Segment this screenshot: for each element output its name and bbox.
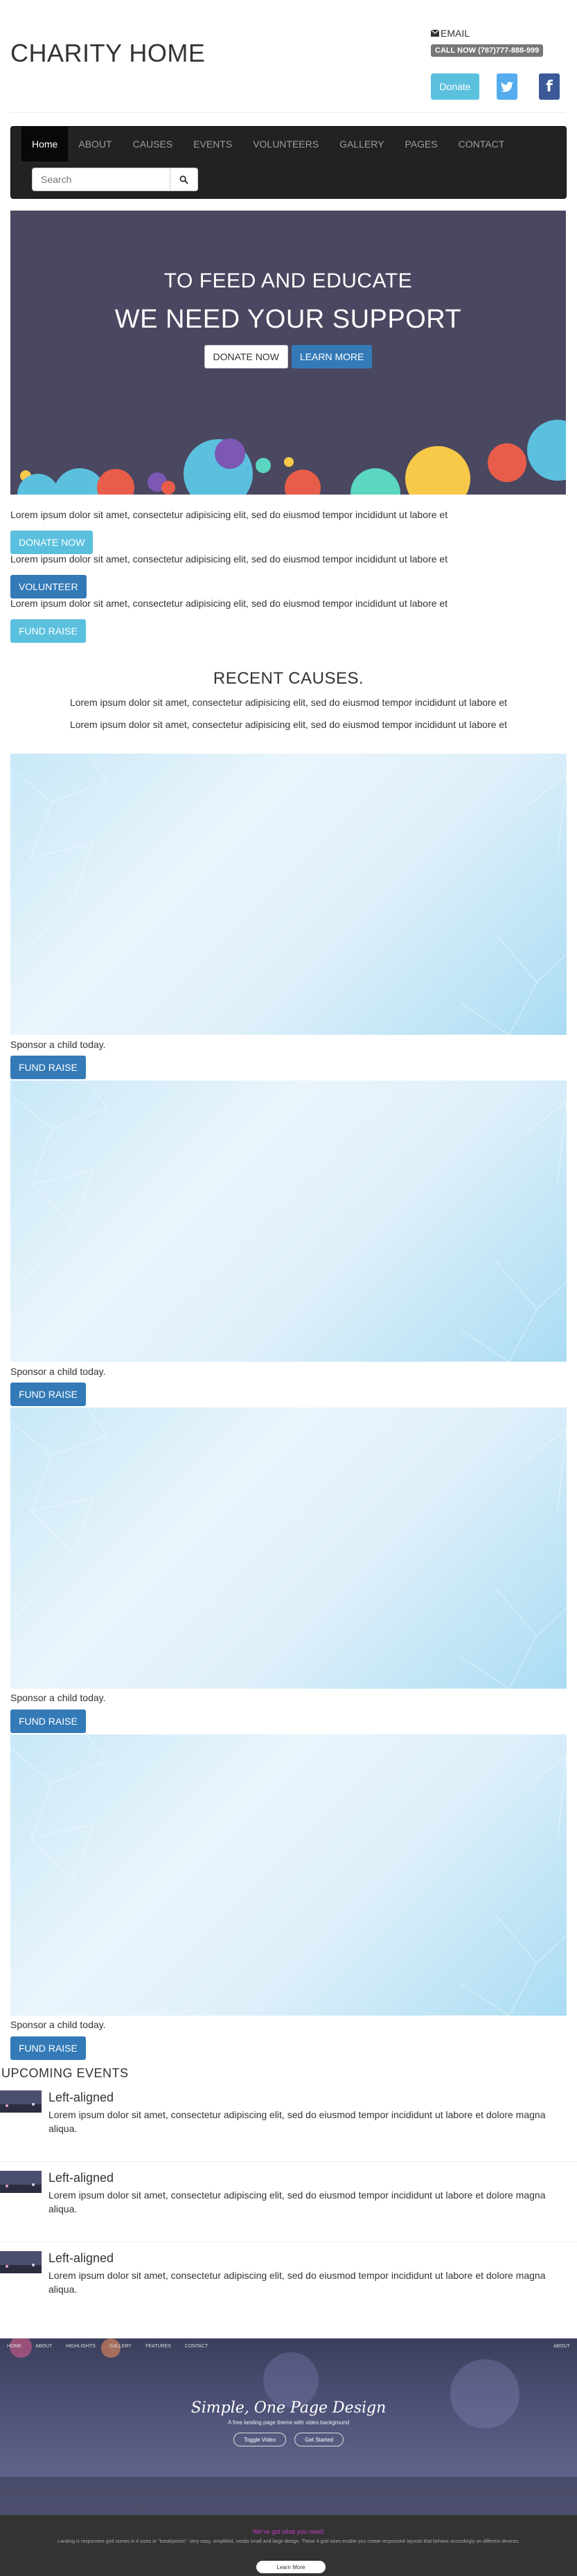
event-heading: Left-aligned (48, 2090, 114, 2104)
nav-item-pages[interactable]: PAGES (394, 127, 447, 161)
event-item: Left-aligned Lorem ipsum dolor sit amet,… (0, 2090, 577, 2153)
site-title: CHARITY HOME (10, 39, 206, 67)
nav-item-contact[interactable]: CONTACT (448, 127, 515, 161)
event-item: Left-aligned Lorem ipsum dolor sit amet,… (0, 2251, 577, 2313)
event-thumbnail (0, 2171, 42, 2193)
get-started-button[interactable]: Get Started (294, 2433, 344, 2446)
showcase-title: Simple, One Page Design (190, 2399, 387, 2417)
nav-item-about[interactable]: ABOUT (68, 127, 122, 161)
showcase-subtitle: A free landing page theme with video bac… (227, 2419, 350, 2426)
header-actions: Donate f (431, 73, 560, 100)
toggle-video-button[interactable]: Toggle Video (233, 2433, 287, 2446)
envelope-icon (431, 30, 439, 37)
intro-text-1: Lorem ipsum dolor sit amet, consectetur … (10, 509, 448, 520)
facebook-icon: f (546, 78, 553, 96)
intro-text-3: Lorem ipsum dolor sit amet, consectetur … (10, 598, 448, 609)
event-heading: Left-aligned (48, 2171, 114, 2185)
cause-image (10, 1081, 567, 1362)
learn-more-button[interactable]: Learn More (256, 2561, 326, 2573)
cause-image-pattern (10, 1081, 567, 1362)
event-body: Lorem ipsum dolor sit amet, consectetur … (48, 2270, 546, 2295)
email-label: EMAIL (441, 28, 470, 39)
footer-showcase: HOME ABOUT HIGHLIGHTS GALLERY FEATURES C… (0, 2338, 577, 2576)
search-form (32, 168, 198, 191)
intro-text-2: Lorem ipsum dolor sit amet, consectetur … (10, 553, 448, 565)
main-navbar: Home ABOUT CAUSES EVENTS VOLUNTEERS GALL… (10, 126, 567, 199)
nav-item-events[interactable]: EVENTS (183, 127, 242, 161)
hero-subtitle: TO FEED AND EDUCATE (163, 269, 413, 292)
showcase-info-text: Landing is responsive grid comes in 4 si… (57, 2539, 520, 2544)
nav-list: Home ABOUT CAUSES EVENTS VOLUNTEERS GALL… (21, 127, 515, 161)
showcase-buttons: Toggle Video Get Started (0, 2433, 577, 2446)
search-input[interactable] (32, 168, 170, 191)
search-button[interactable] (170, 168, 198, 191)
cause-fundraise-button[interactable]: FUND RAISE (10, 2036, 86, 2060)
event-heading: Left-aligned (48, 2251, 114, 2265)
intro-volunteer-button[interactable]: VOLUNTEER (10, 575, 87, 598)
hero-banner: TO FEED AND EDUCATE WE NEED YOUR SUPPORT… (10, 211, 566, 495)
showcase-nav: HOME ABOUT HIGHLIGHTS GALLERY FEATURES C… (7, 2344, 208, 2349)
event-body: Lorem ipsum dolor sit amet, consectetur … (48, 2109, 546, 2134)
hero-buttons: DONATE NOW LEARN MORE (10, 345, 566, 368)
event-divider (0, 2241, 577, 2242)
event-item: Left-aligned Lorem ipsum dolor sit amet,… (0, 2171, 577, 2233)
hero-learn-more-button[interactable]: LEARN MORE (291, 345, 373, 368)
header-divider (10, 112, 565, 113)
nav-item-gallery[interactable]: GALLERY (329, 127, 394, 161)
nav-item-causes[interactable]: CAUSES (123, 127, 184, 161)
cause-caption: Sponsor a child today. (10, 1039, 106, 1050)
intro-donate-button[interactable]: DONATE NOW (10, 531, 94, 554)
event-thumbnail (0, 2090, 42, 2113)
donate-button[interactable]: Donate (431, 73, 479, 100)
intro-fundraise-button[interactable]: FUND RAISE (10, 619, 86, 643)
cause-image-pattern (10, 1734, 567, 2016)
search-icon (179, 175, 188, 184)
nav-item-volunteers[interactable]: VOLUNTEERS (242, 127, 329, 161)
nav-item-home[interactable]: Home (21, 127, 69, 161)
event-divider (0, 2161, 577, 2162)
showcase-nav-item[interactable]: GALLERY (109, 2344, 132, 2349)
causes-text-2: Lorem ipsum dolor sit amet, consectetur … (69, 719, 508, 730)
cause-fundraise-button[interactable]: FUND RAISE (10, 1383, 86, 1406)
cause-caption: Sponsor a child today. (10, 1366, 106, 1377)
call-now-badge: CALL NOW (787)777-888-999 (431, 44, 544, 57)
showcase-bokeh (0, 2338, 577, 2515)
events-title: UPCOMING EVENTS (1, 2066, 129, 2080)
showcase-nav-item[interactable]: FEATURES (145, 2344, 171, 2349)
cause-image (10, 1407, 567, 1689)
event-thumbnail (0, 2251, 42, 2273)
twitter-icon (501, 81, 513, 92)
cause-fundraise-button[interactable]: FUND RAISE (10, 1056, 86, 1079)
event-body: Lorem ipsum dolor sit amet, consectetur … (48, 2189, 546, 2214)
showcase-info: We've got what you need! Landing is resp… (0, 2515, 577, 2576)
twitter-button[interactable] (497, 73, 517, 100)
cause-fundraise-button[interactable]: FUND RAISE (10, 1709, 86, 1733)
contact-block: EMAIL CALL NOW (787)777-888-999 (431, 28, 569, 57)
showcase-nav-item[interactable]: HIGHLIGHTS (66, 2344, 96, 2349)
showcase-nav-item[interactable]: HOME (7, 2344, 21, 2349)
cause-image-pattern (10, 754, 567, 1035)
cause-caption: Sponsor a child today. (10, 1692, 106, 1703)
causes-text-1: Lorem ipsum dolor sit amet, consectetur … (69, 697, 508, 708)
showcase-nav-right[interactable]: ABOUT (553, 2344, 570, 2349)
showcase-hero: HOME ABOUT HIGHLIGHTS GALLERY FEATURES C… (0, 2338, 577, 2515)
cause-caption: Sponsor a child today. (10, 2019, 106, 2030)
facebook-button[interactable]: f (539, 73, 560, 100)
showcase-nav-item[interactable]: ABOUT (35, 2344, 52, 2349)
showcase-info-title: We've got what you need! (252, 2528, 325, 2535)
hero-donate-button[interactable]: DONATE NOW (204, 345, 288, 368)
hero-decorative-bubbles (17, 420, 566, 495)
causes-title: RECENT CAUSES. (213, 669, 364, 688)
cause-image-pattern (10, 1407, 567, 1689)
email-link[interactable]: EMAIL (431, 28, 569, 39)
showcase-nav-item[interactable]: CONTACT (185, 2344, 208, 2349)
cause-image (10, 1734, 567, 2016)
hero-title: WE NEED YOUR SUPPORT (114, 305, 462, 334)
cause-image (10, 754, 567, 1035)
